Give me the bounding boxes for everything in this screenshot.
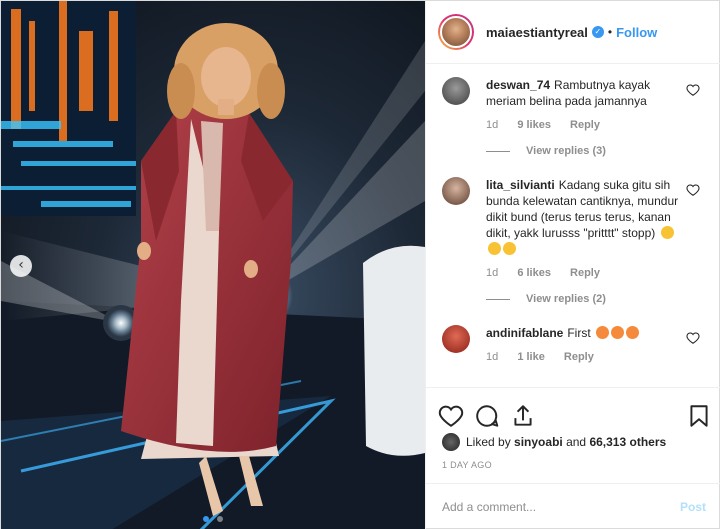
avatar[interactable] (438, 14, 474, 50)
heart-icon[interactable] (686, 83, 700, 97)
comment-username[interactable]: andinifablane (486, 326, 563, 340)
comment-age: 1d (486, 351, 499, 363)
heart-icon[interactable] (686, 183, 700, 197)
bookmark-icon[interactable] (686, 403, 712, 429)
comment-item: deswan_74 Rambutnya kayak meriam belina p… (426, 65, 720, 159)
comment-meta: 1d 6 likes Reply (486, 265, 686, 281)
heart-icon[interactable] (686, 331, 700, 345)
post-photo[interactable]: ‹ (1, 1, 425, 529)
verified-badge-icon: ✓ (591, 26, 604, 38)
post-header: maiaestiantyreal ✓ • Follow (426, 1, 720, 64)
likes-count[interactable]: 66,313 others (589, 435, 666, 449)
carousel-prev-button[interactable]: ‹ (10, 255, 32, 277)
comment-item: andinifablane First 1d 1 like Reply (426, 307, 720, 365)
likes-prefix: Liked by (466, 435, 511, 449)
view-replies-button[interactable]: View replies (3) (486, 143, 686, 159)
reply-button[interactable]: Reply (570, 119, 600, 131)
post-side-panel: maiaestiantyreal ✓ • Follow deswan_74 Ram… (425, 1, 720, 529)
comment-input[interactable]: Add a comment... (442, 500, 680, 514)
comment-text: First (567, 326, 591, 340)
laughing-emoji (488, 242, 501, 255)
comment-avatar[interactable] (442, 77, 470, 105)
comment-age: 1d (486, 267, 499, 279)
header-separator: • (607, 25, 613, 39)
replies-line (486, 150, 510, 152)
post-frame: ‹ maiaestiantyreal ✓ • Follow deswan_74 R… (0, 0, 720, 529)
comment-likes[interactable]: 1 like (517, 351, 545, 363)
follow-button[interactable]: Follow (616, 25, 657, 40)
laughing-emoji (660, 226, 674, 239)
view-replies-label: View replies (3) (526, 145, 606, 157)
comment-avatar[interactable] (442, 177, 470, 205)
post-username[interactable]: maiaestiantyreal (486, 25, 588, 40)
post-date[interactable]: 1 DAY AGO (442, 460, 492, 470)
comment-username[interactable]: deswan_74 (486, 78, 550, 92)
replies-line (486, 298, 510, 300)
winking-kiss-emoji (596, 326, 610, 339)
liker-username[interactable]: sinyoabi (514, 435, 563, 449)
reply-button[interactable]: Reply (570, 267, 600, 279)
carousel-dot-active (203, 516, 210, 522)
likes-summary: Liked by sinyoabi and 66,313 others (442, 433, 666, 451)
comment-likes[interactable]: 9 likes (517, 119, 551, 131)
comment-age: 1d (486, 119, 499, 131)
avatar-image (440, 16, 472, 48)
likes-middle: and (566, 435, 587, 449)
carousel-dots (1, 511, 425, 525)
comment-bubble-icon[interactable] (474, 403, 500, 429)
laughing-emoji (503, 242, 516, 255)
comment-item: lita_silvianti Kadang suka gitu sih bunda… (426, 159, 720, 307)
comment-meta: 1d 9 likes Reply (486, 117, 686, 133)
comment-avatar[interactable] (442, 325, 470, 353)
comment-list[interactable]: deswan_74 Rambutnya kayak meriam belina p… (426, 65, 720, 386)
view-replies-button[interactable]: View replies (2) (486, 291, 686, 307)
view-replies-label: View replies (2) (526, 293, 606, 305)
heart-icon[interactable] (438, 403, 464, 429)
winking-kiss-emoji (611, 326, 625, 339)
photo-illustration (1, 1, 425, 529)
comment-meta: 1d 1 like Reply (486, 349, 686, 365)
comment-username[interactable]: lita_silvianti (486, 178, 555, 192)
post-comment-button[interactable]: Post (680, 500, 706, 514)
carousel-dot (216, 516, 223, 522)
add-comment-bar: Add a comment... Post (426, 483, 720, 529)
share-icon[interactable] (510, 403, 536, 429)
liker-avatar[interactable] (442, 433, 460, 451)
comment-likes[interactable]: 6 likes (517, 267, 551, 279)
heart-eyes-emoji (626, 326, 640, 339)
reply-button[interactable]: Reply (564, 351, 594, 363)
